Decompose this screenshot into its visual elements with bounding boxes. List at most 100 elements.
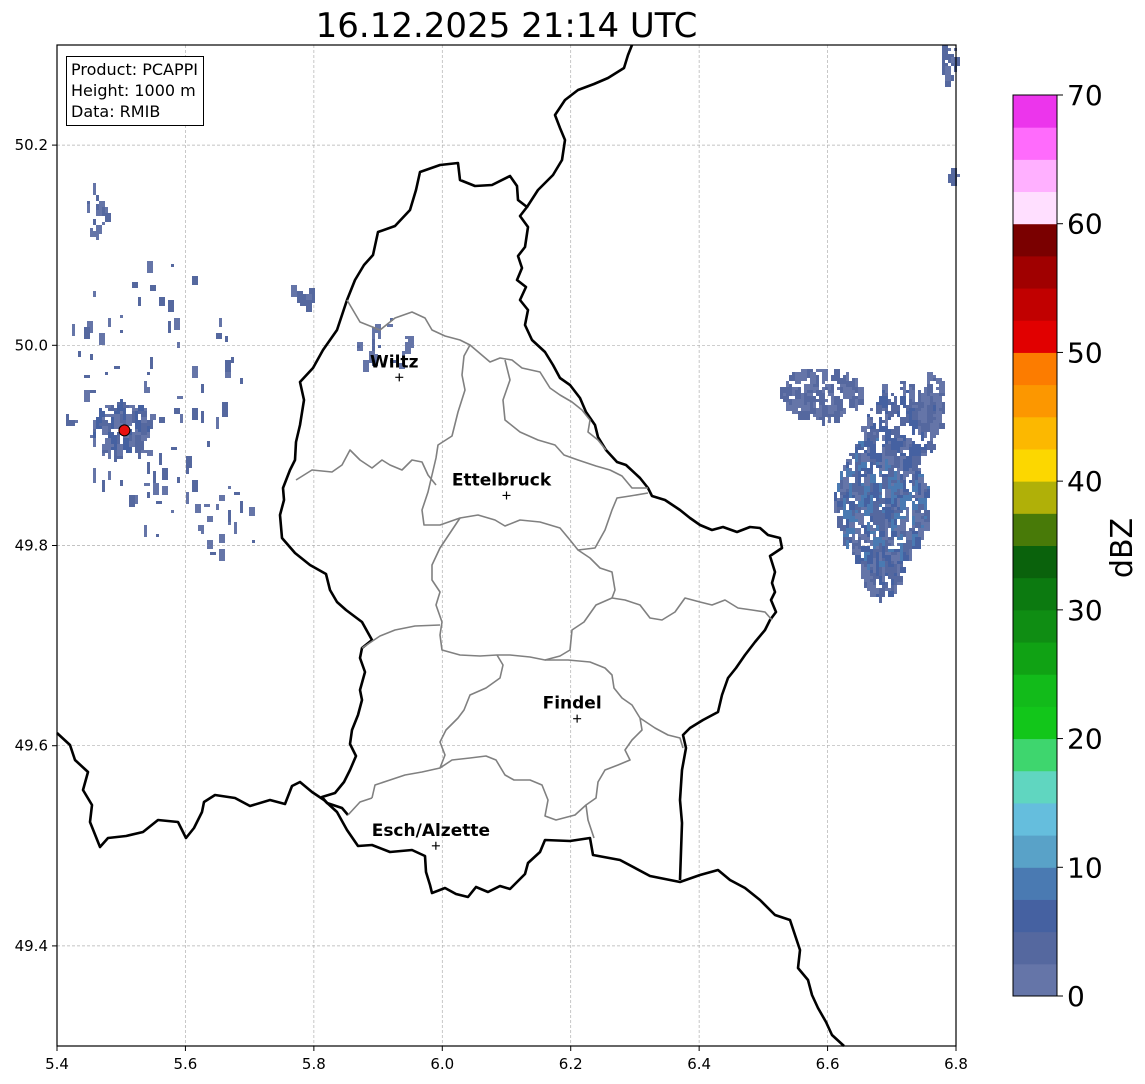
radar-echo-pixel xyxy=(858,387,864,399)
plot-frame xyxy=(56,44,957,1047)
x-tick-label: 6.8 xyxy=(944,1055,968,1073)
radar-echo-pixel xyxy=(882,420,885,423)
radar-echo-pixel xyxy=(102,426,108,435)
radar-echo-pixel xyxy=(105,213,111,222)
radar-echo-pixel xyxy=(147,453,153,456)
radar-echo-pixel xyxy=(834,492,837,501)
x-tick-label: 5.8 xyxy=(302,1055,326,1073)
colorbar-segment xyxy=(1013,191,1057,225)
radar-echo-pixel xyxy=(147,450,153,453)
radar-echo-pixel xyxy=(924,393,927,399)
radar-echo-pixel xyxy=(168,321,171,333)
radar-echo-pixel xyxy=(855,453,858,462)
radar-echo-pixel xyxy=(900,396,906,405)
radar-echo-pixel xyxy=(813,414,816,417)
city-marker xyxy=(502,491,511,500)
radar-echo-pixel xyxy=(921,483,924,492)
colorbar-segment xyxy=(1013,802,1057,836)
radar-echo-pixel xyxy=(228,510,231,522)
radar-echo-pixel xyxy=(924,444,927,450)
x-tick-label: 6.0 xyxy=(430,1055,454,1073)
radar-echo-pixel xyxy=(357,345,360,348)
radar-echo-pixel xyxy=(123,444,126,447)
radar-echo-pixel xyxy=(894,519,897,525)
radar-echo-pixel xyxy=(945,66,951,72)
radar-echo-pixel xyxy=(129,435,132,441)
radar-echo-pixel xyxy=(249,507,255,516)
radar-echo-pixel xyxy=(858,471,861,483)
radar-echo-pixel xyxy=(918,483,921,495)
colorbar-segment xyxy=(1013,288,1057,321)
radar-echo-pixel xyxy=(372,339,375,351)
radar-echo-pixel xyxy=(912,411,918,420)
colorbar-tick-label: 40 xyxy=(1067,465,1103,498)
radar-echo-pixel xyxy=(816,408,819,420)
colorbar-segment xyxy=(1013,674,1057,707)
radar-echo-pixel xyxy=(117,456,123,459)
radar-echo-pixel xyxy=(870,444,876,456)
colorbar-segment xyxy=(1013,352,1057,386)
radar-echo-pixel xyxy=(252,540,255,543)
radar-echo-pixel xyxy=(930,417,936,420)
x-tick-label: 6.2 xyxy=(559,1055,583,1073)
radar-echo-pixel xyxy=(162,468,168,480)
radar-echo-pixel xyxy=(822,396,825,399)
radar-echo-pixel xyxy=(792,387,795,396)
radar-echo-pixel xyxy=(105,438,108,447)
radar-echo-pixel xyxy=(147,261,153,273)
radar-echo-pixel xyxy=(861,507,867,510)
radar-echo-pixel xyxy=(840,471,843,480)
radar-echo-pixel xyxy=(816,390,822,393)
radar-echo-pixel xyxy=(885,504,891,507)
colorbar-segment xyxy=(1013,770,1057,804)
radar-echo-pixel xyxy=(141,423,147,435)
radar-echo-pixel xyxy=(894,396,897,405)
radar-echo-pixel xyxy=(891,507,894,510)
y-tick-label: 49.4 xyxy=(15,937,48,955)
radar-echo-pixel xyxy=(240,378,243,384)
radar-echo-pixel xyxy=(405,336,411,339)
radar-echo-pixel xyxy=(159,297,165,306)
radar-echo-pixel xyxy=(162,486,168,495)
radar-echo-pixel xyxy=(903,477,906,480)
radar-echo-pixel xyxy=(936,402,942,408)
radar-echo-pixel xyxy=(900,516,906,519)
radar-echo-pixel xyxy=(825,384,831,387)
colorbar-tick-label: 60 xyxy=(1067,208,1103,241)
radar-echo-pixel xyxy=(936,432,939,435)
radar-echo-pixel xyxy=(114,417,120,429)
radar-echo-pixel xyxy=(378,330,381,339)
radar-echo-pixel xyxy=(876,453,882,459)
product-label: Product: PCAPPI xyxy=(71,60,199,79)
radar-echo-pixel xyxy=(885,546,888,552)
radar-echo-pixel xyxy=(879,474,882,477)
colorbar-segment xyxy=(1013,835,1057,868)
radar-echo-pixel xyxy=(90,435,93,438)
radar-echo-pixel xyxy=(915,522,921,528)
radar-echo-pixel xyxy=(840,507,843,510)
radar-echo-pixel xyxy=(888,567,894,579)
radar-echo-pixel xyxy=(852,501,855,510)
radar-echo-pixel xyxy=(939,396,942,402)
radar-echo-pixel xyxy=(852,378,855,390)
radar-echo-pixel xyxy=(297,291,303,303)
radar-echo-pixel xyxy=(846,513,849,519)
radar-echo-pixel xyxy=(147,462,150,474)
radar-echo-pixel xyxy=(849,501,852,510)
city-label: Ettelbruck xyxy=(452,470,552,490)
radar-echo-pixel xyxy=(840,525,846,531)
city-label: Findel xyxy=(543,694,602,714)
radar-echo-pixel xyxy=(846,471,852,477)
radar-echo-pixel xyxy=(96,225,102,234)
colorbar-tick-label: 30 xyxy=(1067,594,1103,627)
radar-echo-pixel xyxy=(924,387,927,393)
radar-echo-pixel xyxy=(942,54,945,63)
radar-echo-pixel xyxy=(903,471,909,477)
radar-echo-pixel xyxy=(144,483,150,486)
radar-echo-pixel xyxy=(891,429,894,435)
radar-echo-pixel xyxy=(855,465,858,477)
radar-echo-pixel xyxy=(915,444,921,456)
radar-echo-pixel xyxy=(909,447,915,456)
radar-echo-pixel xyxy=(372,327,375,339)
radar-echo-pixel xyxy=(855,495,861,501)
